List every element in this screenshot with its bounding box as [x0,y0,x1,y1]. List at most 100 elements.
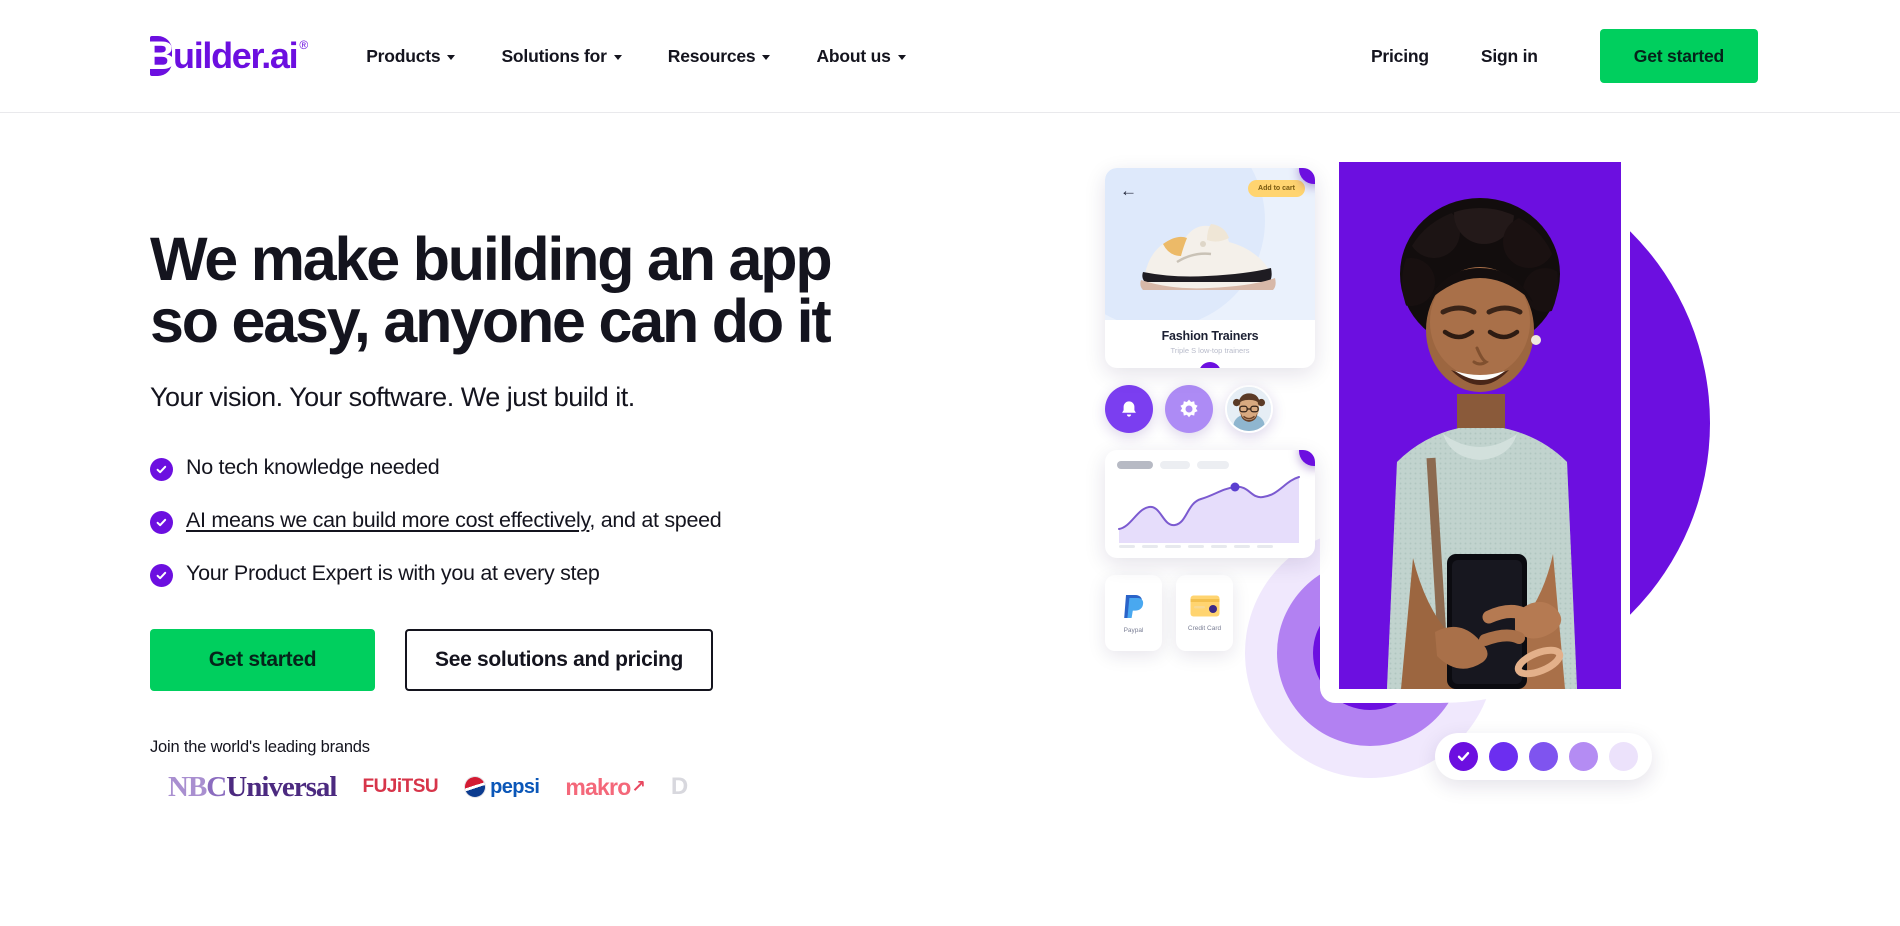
primary-nav: Products Solutions for Resources About u… [366,46,906,67]
nav-label: Resources [667,45,756,66]
check-circle-icon [150,564,173,588]
size-selector: 8 8.5 9 9.5 10 10.5 11 [1105,362,1315,368]
skeleton-bar [1160,461,1190,469]
avatar-image [1227,387,1271,431]
check-circle-icon [150,511,173,535]
partial-brand-logo: D [670,773,689,801]
header-actions: Pricing Sign in Get started [1371,29,1758,83]
paypal-icon [1123,594,1143,618]
check-icon [1457,752,1470,761]
sign-in-link[interactable]: Sign in [1481,46,1538,67]
hero-benefits-list: No tech knowledge needed AI means we can… [150,455,1000,588]
nbcuniversal-logo: NB C Universal [168,770,337,804]
product-subtitle: Triple S low-top trainers [1170,346,1250,355]
list-item: No tech knowledge needed [150,455,1000,482]
hero-get-started-button[interactable]: Get started [150,629,375,692]
quick-action-icons [1105,385,1315,433]
payment-methods: Paypal Credit Card [1105,575,1315,651]
nav-label: Products [366,45,441,66]
sneaker-image [1140,224,1276,290]
nav-item-about-us[interactable]: About us [816,45,906,67]
benefit-text: Your Product Expert is with you at every… [186,561,600,586]
nbc-c: C [206,770,227,803]
pepsi-logo: pepsi [461,773,540,802]
step-dot[interactable] [1489,742,1518,771]
fujitsu-logo: FUJiTSU [362,776,439,798]
paypal-card[interactable]: Paypal [1105,575,1162,651]
benefit-text-tail: , and at speed [589,508,722,533]
nav-item-resources[interactable]: Resources [668,46,771,67]
step-dot[interactable] [1529,742,1558,771]
hero-subheading: Your vision. Your software. We just buil… [150,382,635,413]
nav-item-solutions-for[interactable]: Solutions for [501,45,622,67]
payment-label: Credit Card [1187,624,1222,632]
chart-marker-point [1230,482,1240,492]
axis-tick [1188,545,1204,548]
brand-logo-strip: NB C Universal FUJiTSU pepsi makro ↗ D [168,769,1000,805]
area-chart [1118,476,1300,543]
app-mock-column: ← Add to cart Fashion Trainers Triple S … [1105,168,1315,651]
check-circle-icon [150,458,173,482]
hero-section: We make building an app so easy, anyone … [0,113,1900,926]
page-title: We make building an app so easy, anyone … [150,228,950,352]
step-dot[interactable] [1569,742,1598,771]
hero-illustration: ← Add to cart Fashion Trainers Triple S … [1060,153,1840,853]
hero-photo [1330,153,1630,698]
brands-label: Join the world's leading brands [150,738,370,757]
cost-effectively-link[interactable]: AI means we can build more cost effectiv… [186,508,590,532]
credit-card-icon [1190,595,1219,616]
step-dot[interactable] [1609,742,1638,771]
gear-icon[interactable] [1165,385,1213,433]
avatar[interactable] [1225,385,1273,433]
makro-logo: makro ↗ [565,774,645,801]
see-solutions-pricing-button[interactable]: See solutions and pricing [405,629,714,692]
nbc-universal: Universal [226,770,337,803]
builder-ai-logo[interactable]: B uilder.ai ® [146,34,309,78]
hero-copy: We make building an app so easy, anyone … [0,113,1000,926]
benefit-text: No tech knowledge needed [186,455,440,480]
nav-label: Solutions for [501,45,607,66]
nav-item-products[interactable]: Products [366,45,456,67]
credit-card-card[interactable]: Credit Card [1176,575,1233,651]
nav-label: About us [816,45,891,66]
analytics-card[interactable]: + [1105,450,1315,558]
axis-tick [1211,545,1227,548]
skeleton-labels [1117,461,1303,469]
step-dot-complete[interactable] [1449,742,1478,771]
big-b-graphic [1330,153,1710,698]
pepsi-globe-icon [461,773,490,802]
hero-cta-row: Get started See solutions and pricing [150,629,1000,692]
makro-arrow-icon: ↗ [631,777,645,797]
chevron-down-icon [762,54,771,60]
site-header: B uilder.ai ® Products Solutions for Res… [0,0,1900,113]
product-image-area: ← Add to cart [1105,168,1315,320]
axis-tick [1234,545,1250,548]
product-card[interactable]: ← Add to cart Fashion Trainers Triple S … [1105,168,1315,368]
add-to-cart-button[interactable]: Add to cart [1248,180,1305,197]
chevron-down-icon [897,54,906,60]
logo-registered-mark: ® [299,38,309,52]
headline-line-1: We make building an app [150,225,833,293]
bell-icon[interactable] [1105,385,1153,433]
chart-axis-ticks [1117,545,1303,548]
woman-with-phone-illustration [1339,162,1621,689]
list-item: AI means we can build more cost effectiv… [150,508,1000,535]
size-option-selected[interactable]: 9.5 [1199,362,1221,368]
get-started-button[interactable]: Get started [1599,29,1758,83]
chevron-down-icon [447,54,456,60]
logo-b-mark: B [146,34,175,78]
logo-wordmark: uilder.ai [173,35,299,76]
back-arrow-icon[interactable]: ← [1120,182,1137,199]
list-item: Your Product Expert is with you at every… [150,561,1000,588]
nbc-n: NB [168,770,207,803]
chevron-down-icon [613,54,622,60]
benefit-text: AI means we can build more cost effectiv… [186,508,722,533]
makro-wordmark: makro [565,773,631,800]
skeleton-bar [1117,461,1153,469]
pricing-link[interactable]: Pricing [1371,46,1429,67]
axis-tick [1119,545,1135,548]
pepsi-wordmark: pepsi [490,775,540,798]
axis-tick [1257,545,1273,548]
axis-tick [1142,545,1158,548]
payment-label: Paypal [1123,626,1144,634]
